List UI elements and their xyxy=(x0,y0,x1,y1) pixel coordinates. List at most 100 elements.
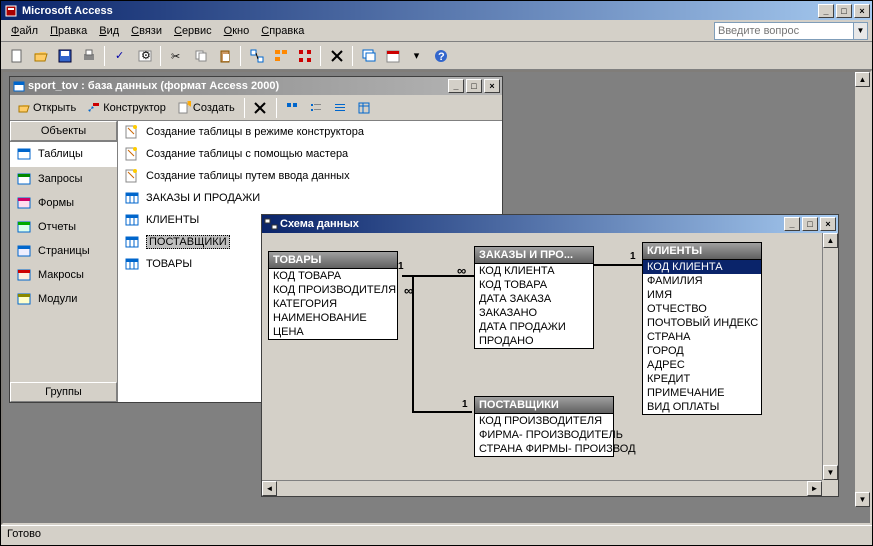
table-field[interactable]: ПОЧТОВЫЙ ИНДЕКС xyxy=(643,316,761,330)
table-field[interactable]: КОД КЛИЕНТА xyxy=(475,264,593,278)
db-minimize-button[interactable]: _ xyxy=(448,79,464,93)
table-field[interactable]: ПРОДАНО xyxy=(475,334,593,348)
schema-close-button[interactable]: × xyxy=(820,217,836,231)
app-titlebar[interactable]: Microsoft Access _ □ × xyxy=(1,1,872,20)
list-item[interactable]: Создание таблицы с помощью мастера xyxy=(118,143,502,165)
db-delete-icon[interactable] xyxy=(249,97,272,119)
delete-icon[interactable] xyxy=(325,45,348,67)
cut-icon[interactable]: ✂ xyxy=(165,45,188,67)
help-dropdown[interactable]: ▼ xyxy=(854,22,868,40)
object-запросы[interactable]: Запросы xyxy=(10,167,117,191)
table-field[interactable]: КОД ПРОИЗВОДИТЕЛЯ xyxy=(269,283,397,297)
help-search-input[interactable] xyxy=(714,22,854,40)
help-icon[interactable]: ? xyxy=(429,45,452,67)
copy-icon[interactable] xyxy=(189,45,212,67)
table-field[interactable]: КОД ТОВАРА xyxy=(475,278,593,292)
dropdown-icon[interactable]: ▾ xyxy=(405,45,428,67)
table-field[interactable]: КОД ТОВАРА xyxy=(269,269,397,283)
wizard-icon xyxy=(124,146,140,162)
table-field[interactable]: ИМЯ xyxy=(643,288,761,302)
menu-tools[interactable]: Сервис xyxy=(168,23,218,39)
menu-edit[interactable]: Правка xyxy=(44,23,93,39)
calendar-icon[interactable] xyxy=(381,45,404,67)
table-field[interactable]: ПРИМЕЧАНИЕ xyxy=(643,386,761,400)
db-new-button[interactable]: ✹Создать xyxy=(172,98,240,118)
schema-scrollbar-h[interactable]: ◄► xyxy=(262,480,822,496)
table-field[interactable]: КАТЕГОРИЯ xyxy=(269,297,397,311)
table-field[interactable]: СТРАНА xyxy=(643,330,761,344)
table-field[interactable]: ГОРОД xyxy=(643,344,761,358)
objects-header[interactable]: Объекты xyxy=(10,121,117,141)
table-field[interactable]: ЦЕНА xyxy=(269,325,397,339)
table-field[interactable]: ОТЧЕСТВО xyxy=(643,302,761,316)
db-open-button[interactable]: Открыть xyxy=(12,98,81,118)
window-icon[interactable] xyxy=(357,45,380,67)
object-макросы[interactable]: Макросы xyxy=(10,263,117,287)
table-field[interactable]: КОД КЛИЕНТА xyxy=(643,260,761,274)
table-field[interactable]: КОД ПРОИЗВОДИТЕЛЯ xyxy=(475,414,613,428)
table-field[interactable]: ДАТА ЗАКАЗА xyxy=(475,292,593,306)
mdi-scrollbar-v[interactable]: ▲▼ xyxy=(854,72,870,507)
db-close-button[interactable]: × xyxy=(484,79,500,93)
table-field[interactable]: КРЕДИТ xyxy=(643,372,761,386)
app-title: Microsoft Access xyxy=(22,5,818,17)
table-field[interactable]: НАИМЕНОВАНИЕ xyxy=(269,311,397,325)
table-field[interactable]: АДРЕС xyxy=(643,358,761,372)
groups-header[interactable]: Группы xyxy=(10,382,117,402)
view-list-icon[interactable] xyxy=(329,97,352,119)
schema-maximize-button[interactable]: □ xyxy=(802,217,818,231)
menu-window[interactable]: Окно xyxy=(218,23,256,39)
object-отчеты[interactable]: Отчеты xyxy=(10,215,117,239)
db-maximize-button[interactable]: □ xyxy=(466,79,482,93)
list-item[interactable]: Создание таблицы путем ввода данных xyxy=(118,165,502,187)
schema-minimize-button[interactable]: _ xyxy=(784,217,800,231)
table-tovary[interactable]: ТОВАРЫ КОД ТОВАРАКОД ПРОИЗВОДИТЕЛЯКАТЕГО… xyxy=(268,251,398,340)
new-icon[interactable] xyxy=(5,45,28,67)
open-icon[interactable] xyxy=(29,45,52,67)
relations-icon[interactable] xyxy=(245,45,268,67)
schema-canvas[interactable]: 1 ∞ ∞ 1 ∞ 1 ТОВАРЫ КОД ТОВАРАКОД ПРОИЗВО… xyxy=(262,233,838,496)
menu-view[interactable]: Вид xyxy=(93,23,125,39)
paste-icon[interactable] xyxy=(213,45,236,67)
maximize-button[interactable]: □ xyxy=(836,4,852,18)
menu-help[interactable]: Справка xyxy=(255,23,310,39)
close-button[interactable]: × xyxy=(854,4,870,18)
table-field[interactable]: ЗАКАЗАНО xyxy=(475,306,593,320)
db-titlebar[interactable]: sport_tov : база данных (формат Access 2… xyxy=(10,77,502,95)
list-item[interactable]: Создание таблицы в режиме конструктора xyxy=(118,121,502,143)
view-details-icon[interactable] xyxy=(353,97,376,119)
table-field[interactable]: СТРАНА ФИРМЫ- ПРОИЗВОД xyxy=(475,442,613,456)
svg-text:?: ? xyxy=(438,51,445,63)
table-klienty[interactable]: КЛИЕНТЫ КОД КЛИЕНТАФАМИЛИЯИМЯОТЧЕСТВОПОЧ… xyxy=(642,242,762,415)
table-icon xyxy=(124,256,140,272)
print-icon[interactable] xyxy=(77,45,100,67)
code-icon[interactable]: ⚙ xyxy=(133,45,156,67)
list-item[interactable]: ЗАКАЗЫ И ПРОДАЖИ xyxy=(118,187,502,209)
minimize-button[interactable]: _ xyxy=(818,4,834,18)
show-all-icon[interactable] xyxy=(293,45,316,67)
table-field[interactable]: ДАТА ПРОДАЖИ xyxy=(475,320,593,334)
menu-relations[interactable]: Связи xyxy=(125,23,168,39)
spellcheck-icon[interactable]: ✓ xyxy=(109,45,132,67)
object-icon xyxy=(16,171,32,187)
table-field[interactable]: ФИРМА- ПРОИЗВОДИТЕЛЬ xyxy=(475,428,613,442)
menu-file[interactable]: Файл xyxy=(5,23,44,39)
view-large-icon[interactable] xyxy=(281,97,304,119)
table-postavshiki[interactable]: ПОСТАВЩИКИ КОД ПРОИЗВОДИТЕЛЯФИРМА- ПРОИЗ… xyxy=(474,396,614,457)
object-icon xyxy=(16,291,32,307)
object-формы[interactable]: Формы xyxy=(10,191,117,215)
save-icon[interactable] xyxy=(53,45,76,67)
object-модули[interactable]: Модули xyxy=(10,287,117,311)
object-таблицы[interactable]: Таблицы xyxy=(10,141,117,167)
show-table-icon[interactable] xyxy=(269,45,292,67)
table-field[interactable]: ВИД ОПЛАТЫ xyxy=(643,400,761,414)
schema-titlebar[interactable]: Схема данных _ □ × xyxy=(262,215,838,233)
db-design-button[interactable]: Конструктор xyxy=(82,98,171,118)
table-zakazy[interactable]: ЗАКАЗЫ И ПРО... КОД КЛИЕНТАКОД ТОВАРАДАТ… xyxy=(474,246,594,349)
db-toolbar: Открыть Конструктор ✹Создать xyxy=(10,95,502,121)
view-small-icon[interactable] xyxy=(305,97,328,119)
object-страницы[interactable]: Страницы xyxy=(10,239,117,263)
object-icon xyxy=(16,195,32,211)
table-field[interactable]: ФАМИЛИЯ xyxy=(643,274,761,288)
schema-scrollbar-v[interactable]: ▲▼ xyxy=(822,233,838,480)
